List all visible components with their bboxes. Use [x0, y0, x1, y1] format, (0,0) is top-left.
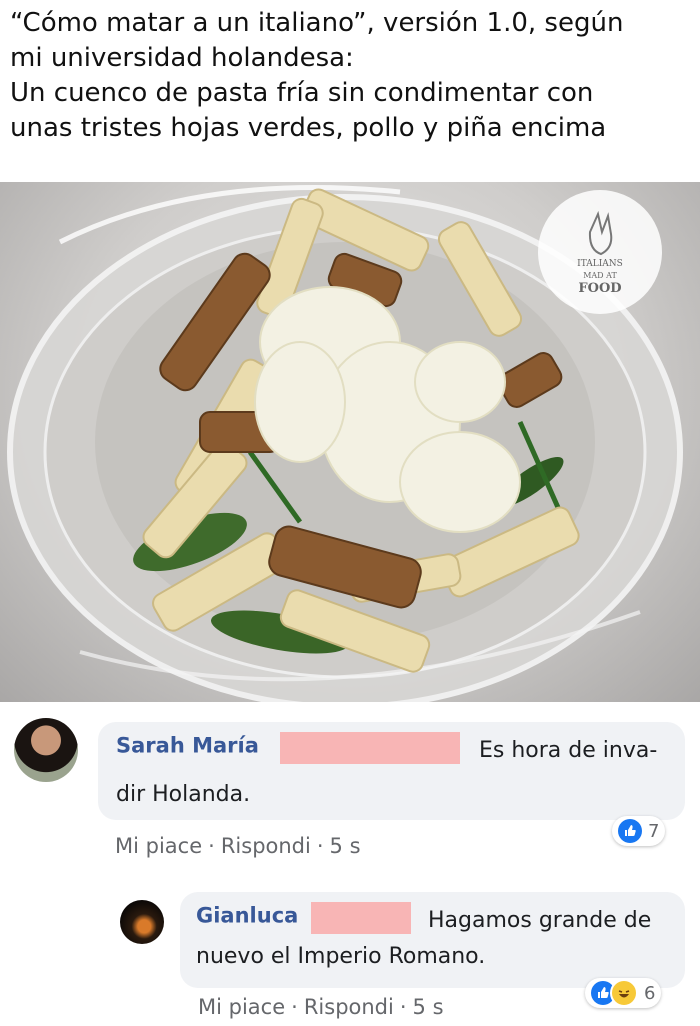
watermark-text: ITALIANS MAD AT FOOD: [555, 259, 645, 296]
comment-timestamp[interactable]: 5 s: [413, 995, 444, 1019]
haha-reaction-icon: [610, 979, 638, 1007]
separator-dot: ·: [316, 834, 324, 858]
separator-dot: ·: [208, 834, 215, 858]
redacted-text: [279, 732, 460, 764]
like-link[interactable]: Mi piace: [115, 834, 202, 858]
redacted-text: [311, 902, 412, 934]
reaction-count[interactable]: 6: [585, 978, 662, 1008]
comment-actions: Mi piace · Rispondi · 5 s: [198, 995, 444, 1019]
reaction-count-label: 6: [644, 982, 656, 1004]
comment-author[interactable]: Sarah María: [116, 734, 259, 758]
pasta-bowl-photo: ITALIANS MAD AT FOOD: [0, 182, 700, 702]
avatar[interactable]: [14, 718, 78, 782]
separator-dot: ·: [291, 995, 298, 1019]
comment-actions: Mi piace · Rispondi · 5 s: [115, 834, 361, 858]
reply-link[interactable]: Rispondi: [221, 834, 311, 858]
caption-line: Un cuenco de pasta fría sin condimentar …: [10, 78, 594, 108]
comment-text-part: nuevo el Imperio Romano.: [196, 944, 486, 969]
reaction-count-label: 7: [648, 820, 660, 842]
meme-caption: “Cómo matar a un italiano”, versión 1.0,…: [10, 6, 695, 146]
caption-line: “Cómo matar a un italiano”, versión 1.0,…: [10, 8, 624, 38]
caption-line: mi universidad holandesa:: [10, 43, 354, 73]
reaction-count[interactable]: 7: [612, 816, 666, 846]
comment-text-part: Es hora de inva-: [479, 738, 658, 763]
reply-link[interactable]: Rispondi: [304, 995, 394, 1019]
comment-bubble: Sarah María Es hora de inva- dir Holanda…: [98, 722, 685, 820]
like-link[interactable]: Mi piace: [198, 995, 285, 1019]
avatar[interactable]: [120, 900, 164, 944]
watermark-line: FOOD: [578, 281, 622, 296]
comment-bubble: Gianluca Hagamos grande de nuevo el Impe…: [180, 892, 685, 988]
like-reaction-icon: [618, 819, 642, 843]
comment-text-part: dir Holanda.: [116, 782, 251, 807]
comment-author[interactable]: Gianluca: [196, 904, 298, 928]
comment-timestamp[interactable]: 5 s: [330, 834, 361, 858]
watermark-line: MAD AT: [583, 271, 617, 280]
caption-line: unas tristes hojas verdes, pollo y piña …: [10, 113, 607, 143]
separator-dot: ·: [399, 995, 407, 1019]
watermark-line: ITALIANS: [577, 259, 623, 269]
comment-text-part: Hagamos grande de: [428, 908, 652, 933]
